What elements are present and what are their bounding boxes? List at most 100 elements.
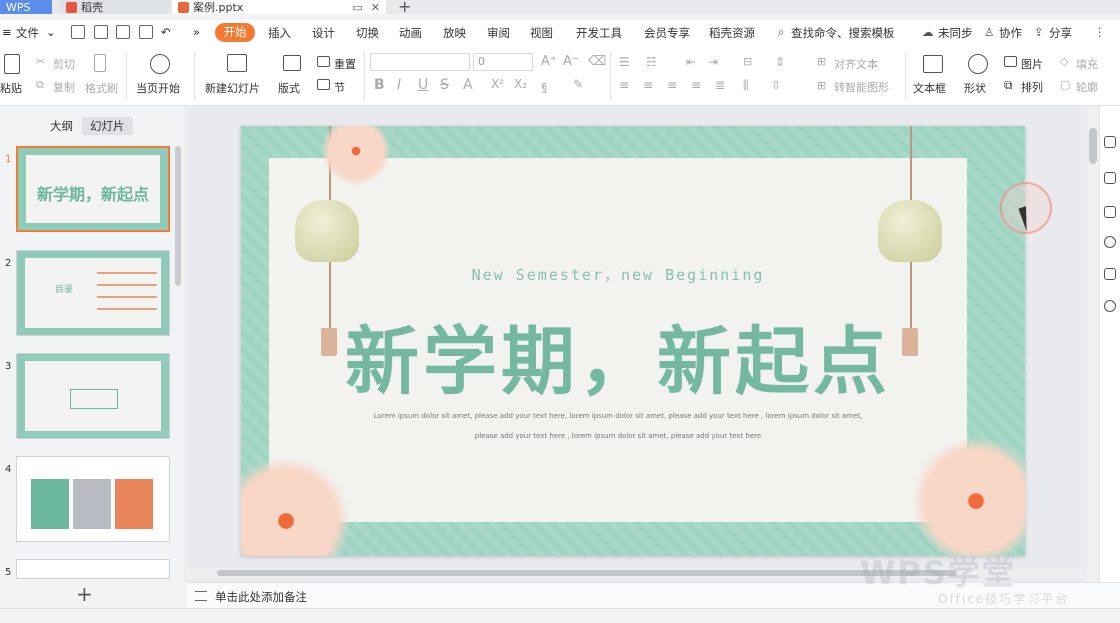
panel-scrollbar[interactable]	[175, 146, 181, 286]
align-text-icon[interactable]: ⊞	[817, 55, 826, 68]
copy-icon[interactable]: ⧉	[36, 78, 44, 92]
columns-icon[interactable]: ⫼	[743, 78, 749, 93]
add-slide-button[interactable]: +	[76, 582, 93, 606]
section-icon[interactable]	[317, 79, 330, 90]
indent-decrease-icon[interactable]: ⇤	[686, 55, 696, 69]
align-text-button[interactable]: 对齐文本	[834, 56, 878, 72]
current-slide[interactable]: New Semester，new Beginning 新学期，新起点 Lorem…	[241, 126, 1025, 556]
bold-icon[interactable]: B	[374, 77, 385, 93]
highlight-icon[interactable]: ✎	[573, 77, 583, 91]
slide-thumbnail-2[interactable]: 目录	[16, 250, 170, 336]
menu-review[interactable]: 审阅	[487, 25, 510, 41]
help-icon[interactable]	[1104, 236, 1116, 248]
menu-transition[interactable]: 切换	[356, 25, 379, 41]
smartart-button[interactable]: 转智能图形	[834, 79, 889, 95]
command-search[interactable]: 查找命令、搜索模板	[791, 25, 895, 41]
underline-icon[interactable]: U	[418, 77, 428, 93]
adjust-icon[interactable]	[1104, 136, 1116, 148]
paste-icon[interactable]	[4, 54, 20, 74]
from-current-button[interactable]: 当页开始	[136, 80, 180, 96]
vertical-scrollbar[interactable]	[1087, 106, 1099, 582]
tab-daoke[interactable]: 稻壳	[60, 0, 170, 14]
cloud-icon[interactable]: ☁	[922, 25, 934, 39]
animation-pane-icon[interactable]	[1104, 172, 1116, 184]
close-icon[interactable]: ✕	[371, 1, 380, 14]
slide-title[interactable]: 新学期，新起点	[269, 302, 967, 409]
sync-status[interactable]: 未同步	[938, 25, 973, 41]
export-icon[interactable]	[94, 25, 108, 39]
save-icon[interactable]	[71, 25, 85, 39]
pin-icon[interactable]: ▭	[352, 1, 362, 14]
tab-wps[interactable]: WPS	[0, 0, 52, 14]
layout-icon[interactable]	[283, 55, 301, 71]
subscript-icon[interactable]: X₂	[514, 77, 527, 91]
slide-thumbnail-3[interactable]	[16, 353, 170, 439]
picture-button[interactable]: 图片	[1021, 56, 1043, 72]
menu-home[interactable]: 开始	[215, 23, 255, 42]
shape-icon[interactable]	[968, 54, 988, 74]
slide-thumbnail-1[interactable]: 新学期，新起点	[16, 146, 170, 232]
tab-slides[interactable]: 幻灯片	[82, 117, 133, 135]
bullets-icon[interactable]: ☰	[619, 55, 630, 69]
font-shrink-icon[interactable]: A⁻	[563, 54, 579, 69]
distribute-icon[interactable]: ≣	[715, 78, 725, 92]
indent-increase-icon[interactable]: ⇥	[708, 55, 718, 69]
share-icon[interactable]: ⇪	[1034, 25, 1044, 39]
cut-icon[interactable]: ✂	[36, 55, 45, 68]
layout-button[interactable]: 版式	[278, 80, 300, 96]
font-color-icon[interactable]: A	[463, 77, 473, 93]
menu-developer[interactable]: 开发工具	[576, 25, 622, 41]
undo-icon[interactable]: ↶	[161, 25, 171, 39]
numbering-icon[interactable]: ☷	[646, 55, 657, 69]
new-tab-button[interactable]: +	[398, 0, 411, 16]
fill-icon[interactable]: ◇	[1060, 55, 1068, 68]
superscript-icon[interactable]: X²	[491, 77, 504, 91]
arrange-button[interactable]: 排列	[1021, 79, 1043, 95]
textbox-icon[interactable]	[923, 55, 943, 73]
more-menu-icon[interactable]: ⋮	[1094, 25, 1106, 39]
justify-icon[interactable]: ≡	[691, 78, 701, 92]
new-slide-button[interactable]: 新建幻灯片	[205, 80, 260, 96]
section-button[interactable]: 节	[334, 79, 345, 95]
vertical-scroll-thumb[interactable]	[1089, 128, 1097, 164]
italic-icon[interactable]: I	[397, 77, 401, 93]
slide-thumbnail-4[interactable]	[16, 456, 170, 542]
hamburger-icon[interactable]: ≡	[2, 25, 12, 39]
picture-icon[interactable]	[1004, 56, 1017, 67]
chevron-down-icon[interactable]: ⌄	[46, 25, 56, 39]
cut-button[interactable]: 剪切	[53, 56, 75, 72]
strikethrough-icon[interactable]: S	[440, 77, 449, 93]
print-icon[interactable]	[116, 25, 130, 39]
slide-body-line-1[interactable]: Lorem ipsum dolor sit amet, please add y…	[309, 412, 927, 420]
outline-button[interactable]: 轮廓	[1076, 79, 1098, 95]
search-icon[interactable]: ⌕	[778, 25, 784, 40]
tab-file[interactable]: 案例.pptx ▭ ✕	[172, 0, 386, 14]
shape-button[interactable]: 形状	[964, 80, 986, 96]
notes-placeholder[interactable]: 单击此处添加备注	[215, 589, 307, 605]
fill-button[interactable]: 填充	[1076, 56, 1098, 72]
menu-design[interactable]: 设计	[312, 25, 335, 41]
settings-icon[interactable]	[1104, 300, 1116, 312]
collab-button[interactable]: 协作	[999, 25, 1022, 41]
tab-outline[interactable]: 大纲	[42, 117, 81, 135]
new-slide-icon[interactable]	[227, 54, 247, 72]
copy-button[interactable]: 复制	[53, 79, 75, 95]
outline-icon[interactable]: ▢	[1060, 78, 1070, 91]
align-right-icon[interactable]: ≡	[667, 78, 677, 92]
font-name-select[interactable]	[370, 53, 470, 71]
menu-member[interactable]: 会员专享	[644, 25, 690, 41]
align-center-icon[interactable]: ≡	[643, 78, 653, 92]
comment-icon[interactable]	[1104, 206, 1116, 218]
phonetic-icon[interactable]: ฐ	[541, 77, 548, 96]
paste-button[interactable]: 粘贴	[0, 80, 22, 96]
textbox-button[interactable]: 文本框	[913, 80, 946, 96]
font-grow-icon[interactable]: A⁺	[541, 54, 557, 69]
menu-slideshow[interactable]: 放映	[443, 25, 466, 41]
slide-thumbnail-5[interactable]	[16, 559, 170, 579]
more-icon[interactable]: »	[193, 25, 200, 39]
clear-format-icon[interactable]: ⌫	[588, 54, 606, 69]
font-size-select[interactable]: 0	[473, 53, 533, 71]
preview-icon[interactable]	[139, 25, 153, 39]
play-icon[interactable]	[150, 54, 170, 74]
paragraph-spacing-icon[interactable]: ⇳	[771, 78, 781, 92]
